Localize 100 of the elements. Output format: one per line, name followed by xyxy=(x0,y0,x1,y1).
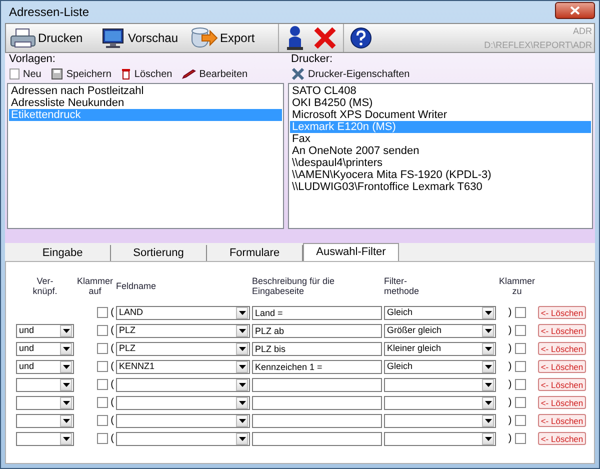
checkbox[interactable] xyxy=(514,415,526,426)
checkbox[interactable] xyxy=(514,325,526,336)
checkbox[interactable] xyxy=(514,307,526,318)
bracket-label: ) xyxy=(508,396,512,410)
printer-button[interactable]: Drucken xyxy=(6,24,96,52)
field-dropdown[interactable] xyxy=(116,414,250,428)
description-field[interactable]: PLZ bis xyxy=(252,342,382,356)
column-header: Filter- methode xyxy=(384,275,420,298)
delete-button[interactable]: <- Löschen xyxy=(538,432,586,445)
checkbox[interactable] xyxy=(96,379,108,390)
method-dropdown[interactable] xyxy=(384,414,496,428)
description-field[interactable]: Land = xyxy=(252,306,382,320)
close-icon xyxy=(570,6,580,14)
bracket-label: ( xyxy=(110,396,114,410)
path-label: D:\REFLEX\REPORT\ADR xyxy=(484,39,592,52)
link-dropdown[interactable]: und xyxy=(16,324,74,338)
bracket-label: ) xyxy=(508,360,512,374)
monitor-button[interactable]: Vorschau xyxy=(96,24,186,52)
new-button[interactable]: Neu xyxy=(9,66,42,82)
dropdown-arrow-icon xyxy=(238,418,246,422)
checkbox[interactable] xyxy=(96,415,108,426)
column-header: Beschreibung für die Eingabeseite xyxy=(252,275,336,298)
description-field[interactable] xyxy=(252,432,382,446)
method-dropdown[interactable]: Gleich xyxy=(384,306,496,320)
section-label: Vorlagen: xyxy=(9,53,56,66)
delete-button[interactable]: <- Löschen xyxy=(538,306,586,319)
delete-button[interactable]: <- Löschen xyxy=(538,324,586,337)
printer-item[interactable]: OKI B4250 (MS) xyxy=(290,97,591,109)
bracket-label: ( xyxy=(110,324,114,338)
method-dropdown[interactable] xyxy=(384,396,496,410)
method-dropdown[interactable] xyxy=(384,378,496,392)
dropdown-arrow-icon xyxy=(62,382,70,386)
dropdown-arrow-icon xyxy=(238,436,246,440)
properties-button[interactable]: Drucker-Eigenschaften xyxy=(291,66,410,82)
field-dropdown[interactable] xyxy=(116,378,250,392)
tab[interactable]: Auswahl-Filter xyxy=(303,243,399,261)
field-dropdown[interactable]: PLZ xyxy=(116,324,250,338)
dropdown-arrow-icon xyxy=(484,436,492,440)
printer-item[interactable]: \\LUDWIG03\Frontoffice Lexmark T630 xyxy=(290,181,591,193)
method-dropdown[interactable]: Größer gleich xyxy=(384,324,496,338)
link-dropdown[interactable] xyxy=(16,396,74,410)
export-button[interactable]: Export xyxy=(186,24,276,52)
checkbox[interactable] xyxy=(96,361,108,372)
link-dropdown[interactable]: und xyxy=(16,342,74,356)
method-dropdown[interactable]: Gleich xyxy=(384,360,496,374)
field-dropdown[interactable]: KENNZ1 xyxy=(116,360,250,374)
printer-item[interactable]: Fax xyxy=(290,133,591,145)
printer-item[interactable]: \\despaul4\printers xyxy=(290,157,591,169)
checkbox[interactable] xyxy=(96,343,108,354)
template-item[interactable]: Adressliste Neukunden xyxy=(9,97,282,109)
method-dropdown[interactable]: Kleiner gleich xyxy=(384,342,496,356)
database-export-icon xyxy=(190,26,218,50)
description-field[interactable] xyxy=(252,414,382,428)
edit-button[interactable]: Bearbeiten xyxy=(182,66,248,82)
checkbox[interactable] xyxy=(96,433,108,444)
delete-button[interactable]: <- Löschen xyxy=(538,360,586,373)
method-dropdown[interactable] xyxy=(384,432,496,446)
template-item[interactable]: Adressen nach Postleitzahl xyxy=(9,85,282,97)
description-field[interactable] xyxy=(252,396,382,410)
printer-item[interactable]: SATO CL408 xyxy=(290,85,591,97)
dropdown-arrow-icon xyxy=(238,400,246,404)
checkbox[interactable] xyxy=(514,433,526,444)
window-title: Adressen-Liste xyxy=(8,4,90,21)
path-label: ADR xyxy=(572,25,592,38)
link-dropdown[interactable]: und xyxy=(16,360,74,374)
bracket-label: ( xyxy=(110,360,114,374)
link-dropdown[interactable] xyxy=(16,432,74,446)
save-button[interactable]: Speichern xyxy=(51,66,112,82)
dropdown-arrow-icon xyxy=(238,382,246,386)
checkbox[interactable] xyxy=(514,397,526,408)
dropdown-arrow-icon xyxy=(238,328,246,332)
link-dropdown[interactable] xyxy=(16,414,74,428)
description-field[interactable] xyxy=(252,378,382,392)
dropdown-arrow-icon xyxy=(484,328,492,332)
checkbox[interactable] xyxy=(514,379,526,390)
dropdown-arrow-icon xyxy=(484,382,492,386)
field-dropdown[interactable] xyxy=(116,432,250,446)
checkbox[interactable] xyxy=(514,343,526,354)
field-dropdown[interactable]: PLZ xyxy=(116,342,250,356)
delete-button[interactable]: <- Löschen xyxy=(538,414,586,427)
delete-button[interactable]: <- Löschen xyxy=(538,396,586,409)
printer-item[interactable]: Microsoft XPS Document Writer xyxy=(290,109,591,121)
delete-button[interactable]: <- Löschen xyxy=(538,378,586,391)
checkbox[interactable] xyxy=(514,361,526,372)
description-field[interactable]: PLZ ab xyxy=(252,324,382,338)
description-field[interactable]: Kennzeichen 1 = xyxy=(252,360,382,374)
printer-item[interactable]: An OneNote 2007 senden xyxy=(290,145,591,157)
field-dropdown[interactable] xyxy=(116,396,250,410)
close-button[interactable] xyxy=(555,2,595,18)
printer-icon xyxy=(10,27,36,49)
dropdown-arrow-icon xyxy=(484,400,492,404)
delete-button[interactable]: Löschen xyxy=(121,66,172,82)
printer-item[interactable]: \\AMEN\Kyocera Mita FS-1920 (KPDL-3) xyxy=(290,169,591,181)
delete-button[interactable]: <- Löschen xyxy=(538,342,586,355)
link-dropdown[interactable] xyxy=(16,378,74,392)
bracket-label: ( xyxy=(110,306,114,320)
checkbox[interactable] xyxy=(96,325,108,336)
checkbox[interactable] xyxy=(96,307,108,318)
checkbox[interactable] xyxy=(96,397,108,408)
field-dropdown[interactable]: LAND xyxy=(116,306,250,320)
